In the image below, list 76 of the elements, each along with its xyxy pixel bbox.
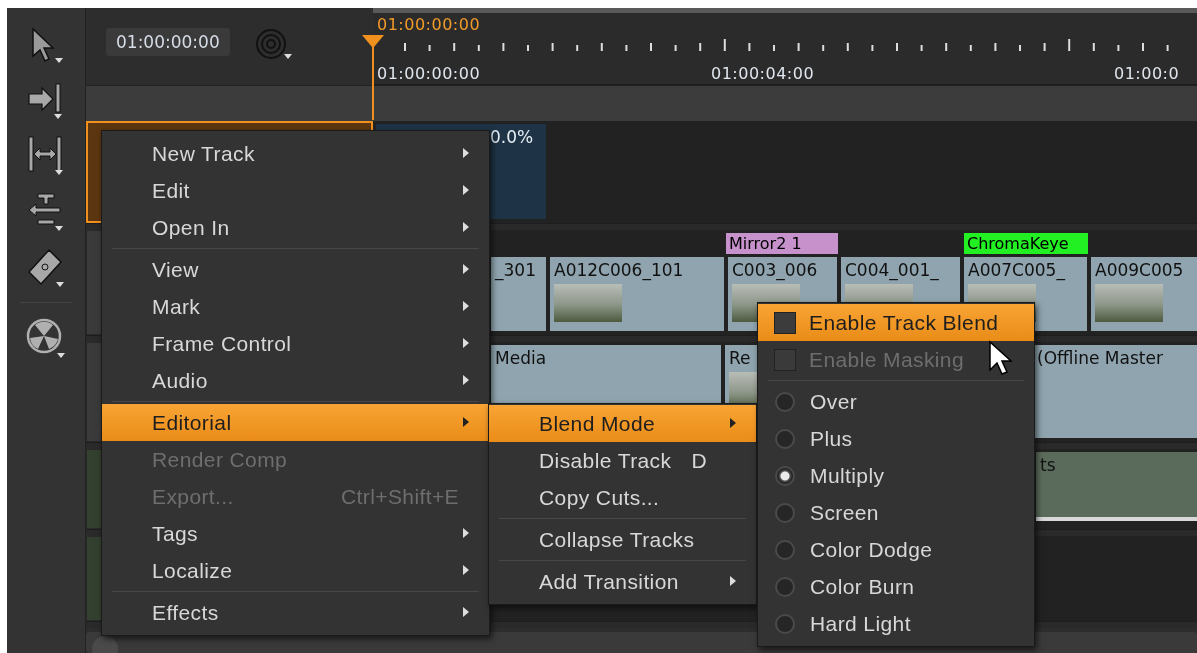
clip-name: (Offline Master xyxy=(1037,348,1163,368)
timeline-clip[interactable]: (Offline Master xyxy=(1033,345,1197,438)
radiation-symbol-icon[interactable] xyxy=(25,317,67,359)
menu-item[interactable]: Open In xyxy=(102,209,489,246)
submenu-arrow-icon xyxy=(463,338,469,348)
submenu-arrow-icon xyxy=(463,528,469,538)
razor-blade-icon[interactable] xyxy=(25,246,67,288)
menu-item[interactable]: Copy Cuts... xyxy=(489,479,756,516)
clip-name: _301 xyxy=(495,260,536,280)
timeline-clip[interactable]: A009C005 xyxy=(1091,257,1197,331)
clip-name: C004_001_ xyxy=(845,260,939,280)
ruler-timecode: 01:00:04:00 xyxy=(711,64,815,83)
menu-item[interactable]: Collapse Tracks xyxy=(489,521,756,558)
clip-name: Media xyxy=(495,348,547,368)
menu-item[interactable]: Enable Track Blend xyxy=(758,304,1034,341)
menu-item[interactable]: Over xyxy=(758,383,1034,420)
menu-item[interactable]: Audio xyxy=(102,362,489,399)
radio-button[interactable] xyxy=(775,465,795,486)
menu-item[interactable]: Add Transition xyxy=(489,563,756,600)
menu-item[interactable]: Mark xyxy=(102,288,489,325)
submenu-arrow-icon xyxy=(463,185,469,195)
clip-name: C003_006 xyxy=(732,260,818,280)
menu-item[interactable]: Disable Track D xyxy=(489,442,756,479)
menu-item[interactable]: Blend Mode xyxy=(489,405,756,442)
menu-item[interactable]: Frame Control xyxy=(102,325,489,362)
submenu-arrow-icon xyxy=(463,222,469,232)
radio-button[interactable] xyxy=(775,613,795,634)
submenu-arrow-icon xyxy=(463,148,469,158)
slide-tool-icon[interactable] xyxy=(26,190,66,232)
submenu-arrow-icon xyxy=(463,264,469,274)
submenu-arrow-icon xyxy=(730,576,736,586)
menu-item[interactable]: View xyxy=(102,251,489,288)
menu-item[interactable]: Edit xyxy=(102,172,489,209)
clip-name: A009C005 xyxy=(1095,260,1184,280)
menu-item[interactable]: Color Burn xyxy=(758,568,1034,605)
menu-item[interactable]: Hard Light xyxy=(758,605,1034,642)
clip-name: ts xyxy=(1040,455,1056,475)
shortcut-text: D xyxy=(691,448,708,473)
radio-button[interactable] xyxy=(775,391,795,412)
menu-item[interactable]: Localize xyxy=(102,552,489,589)
clip-name: A007C005_ xyxy=(968,260,1065,280)
photo-placeholder xyxy=(554,284,622,322)
menu-item[interactable]: Tags xyxy=(102,515,489,552)
radio-button[interactable] xyxy=(775,502,795,523)
menu-item[interactable]: Editorial xyxy=(102,404,489,441)
timeline-clip[interactable]: _301 xyxy=(491,257,546,331)
menu-item[interactable]: Multiply xyxy=(758,457,1034,494)
ruler-timecode: 01:00:0 xyxy=(1114,64,1180,83)
clip-name: 0.0% xyxy=(490,127,534,147)
submenu-arrow-icon xyxy=(463,301,469,311)
effect-tag[interactable]: Mirror2 1 xyxy=(726,233,838,254)
playhead-timecode: 01:00:00:00 xyxy=(377,15,481,34)
mouse-cursor-icon xyxy=(988,340,1014,376)
submenu-arrow-icon xyxy=(463,565,469,575)
radio-button[interactable] xyxy=(775,428,795,449)
submenu-arrow-icon xyxy=(463,607,469,617)
effect-tag[interactable]: ChromaKeye xyxy=(964,233,1088,254)
radio-button[interactable] xyxy=(775,576,795,597)
menu-item[interactable]: Effects xyxy=(102,594,489,631)
menu-item[interactable]: Screen xyxy=(758,494,1034,531)
submenu-arrow-icon xyxy=(463,417,469,427)
clip-name: A012C006_101 xyxy=(554,260,684,280)
slip-tool-icon[interactable] xyxy=(26,134,66,176)
ruler-timecode: 01:00:00:00 xyxy=(377,64,481,83)
timeline-clip[interactable]: A012C006_101 xyxy=(550,257,724,331)
submenu-arrow-icon xyxy=(730,418,736,428)
submenu-arrow-icon xyxy=(463,375,469,385)
menu-item[interactable]: Color Dodge xyxy=(758,531,1034,568)
menu-item[interactable]: Plus xyxy=(758,420,1034,457)
menu-item[interactable]: New Track xyxy=(102,135,489,172)
photo-placeholder xyxy=(1095,284,1163,322)
shortcut-text: Ctrl+Shift+E xyxy=(341,484,460,509)
timecode-display[interactable]: 01:00:00:00 xyxy=(106,28,230,56)
clip-name: Re xyxy=(729,348,751,368)
radio-button[interactable] xyxy=(775,539,795,560)
checkbox[interactable] xyxy=(774,311,796,334)
